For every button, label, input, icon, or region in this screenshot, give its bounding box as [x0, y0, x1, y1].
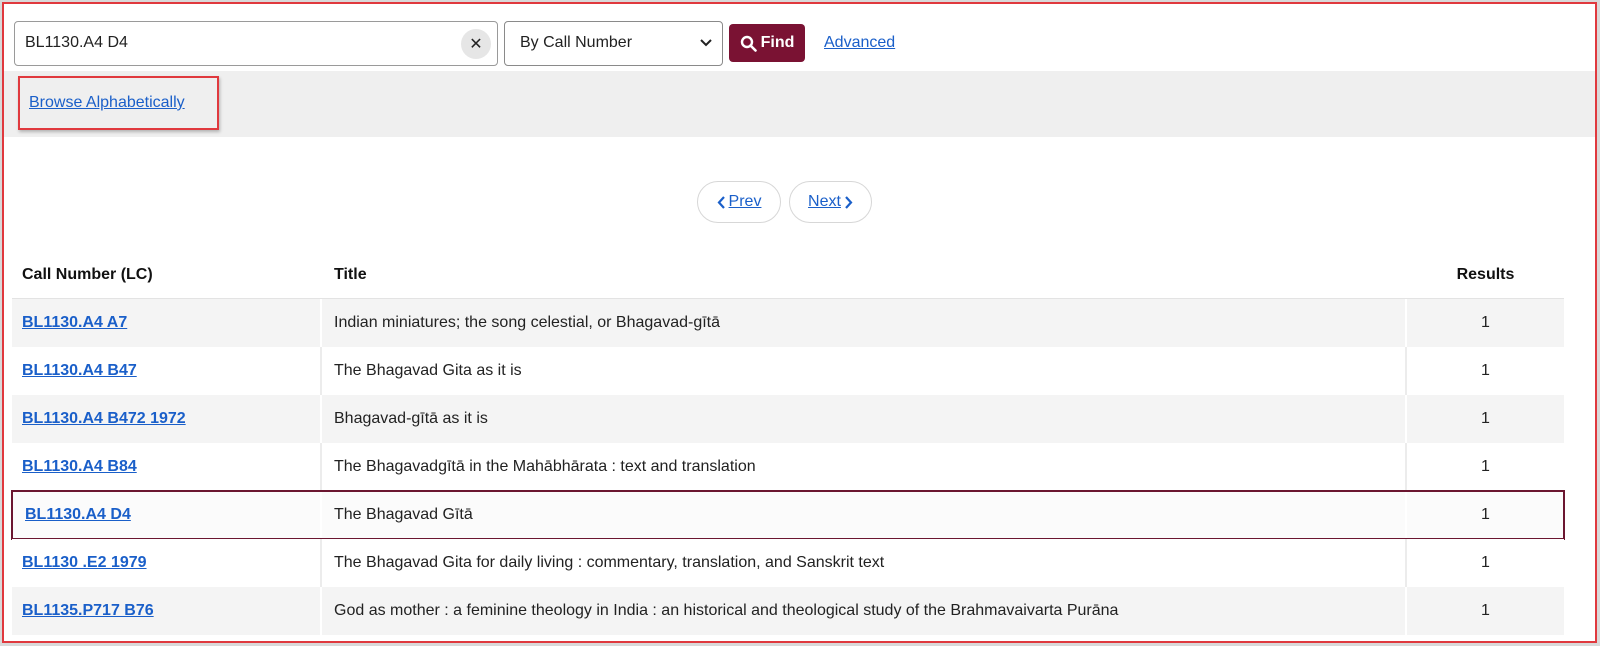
header-call-number: Call Number (LC): [22, 266, 153, 283]
results-count: 1: [1481, 410, 1490, 427]
find-label: Find: [760, 34, 795, 51]
chevron-right-icon: [845, 195, 853, 209]
results-count: 1: [1481, 506, 1490, 523]
pagination: Prev Next: [697, 181, 872, 223]
chevron-down-icon: [700, 39, 712, 47]
call-number-link[interactable]: BL1135.P717 B76: [22, 602, 154, 620]
title-cell: The Bhagavad Gita for daily living : com…: [322, 539, 1407, 587]
call-number-link[interactable]: BL1130.A4 B472 1972: [22, 410, 186, 428]
search-mode-value: By Call Number: [520, 34, 633, 51]
call-number-link[interactable]: BL1130.A4 D4: [25, 506, 131, 524]
title-cell: The Bhagavadgītā in the Mahābhārata : te…: [322, 443, 1407, 491]
header-results: Results: [1456, 266, 1515, 283]
find-button[interactable]: Find: [729, 24, 805, 62]
table-row: BL1130.A4 B84 The Bhagavadgītā in the Ma…: [12, 443, 1564, 491]
table-header: Call Number (LC) Title Results: [12, 252, 1564, 299]
results-count: 1: [1481, 602, 1490, 619]
search-field[interactable]: ✕: [14, 20, 498, 66]
search-icon: [740, 35, 757, 52]
results-table: Call Number (LC) Title Results BL1130.A4…: [11, 252, 1565, 635]
browse-page: ✕ By Call Number Find Advanced Browse Al…: [2, 2, 1597, 643]
table-row: BL1130.A4 B472 1972 Bhagavad-gītā as it …: [12, 395, 1564, 443]
call-number-link[interactable]: BL1130.A4 B47: [22, 362, 137, 380]
table-row-selected: BL1130.A4 D4 The Bhagavad Gītā 1: [11, 490, 1565, 540]
call-number-link[interactable]: BL1130 .E2 1979: [22, 554, 147, 572]
table-row: BL1130.A4 A7 Indian miniatures; the song…: [12, 299, 1564, 347]
next-label: Next: [808, 193, 841, 210]
search-mode-select[interactable]: By Call Number: [504, 20, 723, 66]
search-bar: ✕ By Call Number Find Advanced: [14, 20, 895, 66]
close-icon: ✕: [469, 35, 483, 53]
browse-alphabetically-link[interactable]: Browse Alphabetically: [29, 94, 185, 112]
table-row: BL1130.A4 B47 The Bhagavad Gita as it is…: [12, 347, 1564, 395]
prev-label: Prev: [728, 193, 762, 210]
call-number-link[interactable]: BL1130.A4 A7: [22, 314, 127, 332]
call-number-link[interactable]: BL1130.A4 B84: [22, 458, 137, 476]
results-count: 1: [1481, 314, 1490, 331]
prev-button[interactable]: Prev: [697, 181, 781, 223]
next-button[interactable]: Next: [789, 181, 872, 223]
title-cell: The Bhagavad Gita as it is: [322, 347, 1407, 395]
results-count: 1: [1481, 554, 1490, 571]
chevron-left-icon: [717, 195, 725, 209]
results-count: 1: [1481, 458, 1490, 475]
advanced-search-link[interactable]: Advanced: [824, 34, 895, 52]
search-input[interactable]: [15, 21, 497, 65]
header-title: Title: [334, 266, 367, 283]
results-count: 1: [1481, 362, 1490, 379]
table-row: BL1135.P717 B76 God as mother : a femini…: [12, 587, 1564, 635]
table-row: BL1130 .E2 1979 The Bhagavad Gita for da…: [12, 539, 1564, 587]
title-cell: Indian miniatures; the song celestial, o…: [322, 299, 1407, 347]
browse-toolbar: Browse Alphabetically: [4, 71, 1595, 137]
clear-search-button[interactable]: ✕: [461, 28, 491, 59]
title-cell: Bhagavad-gītā as it is: [322, 395, 1407, 443]
title-cell: God as mother : a feminine theology in I…: [322, 587, 1407, 635]
title-cell: The Bhagavad Gītā: [322, 491, 1407, 539]
